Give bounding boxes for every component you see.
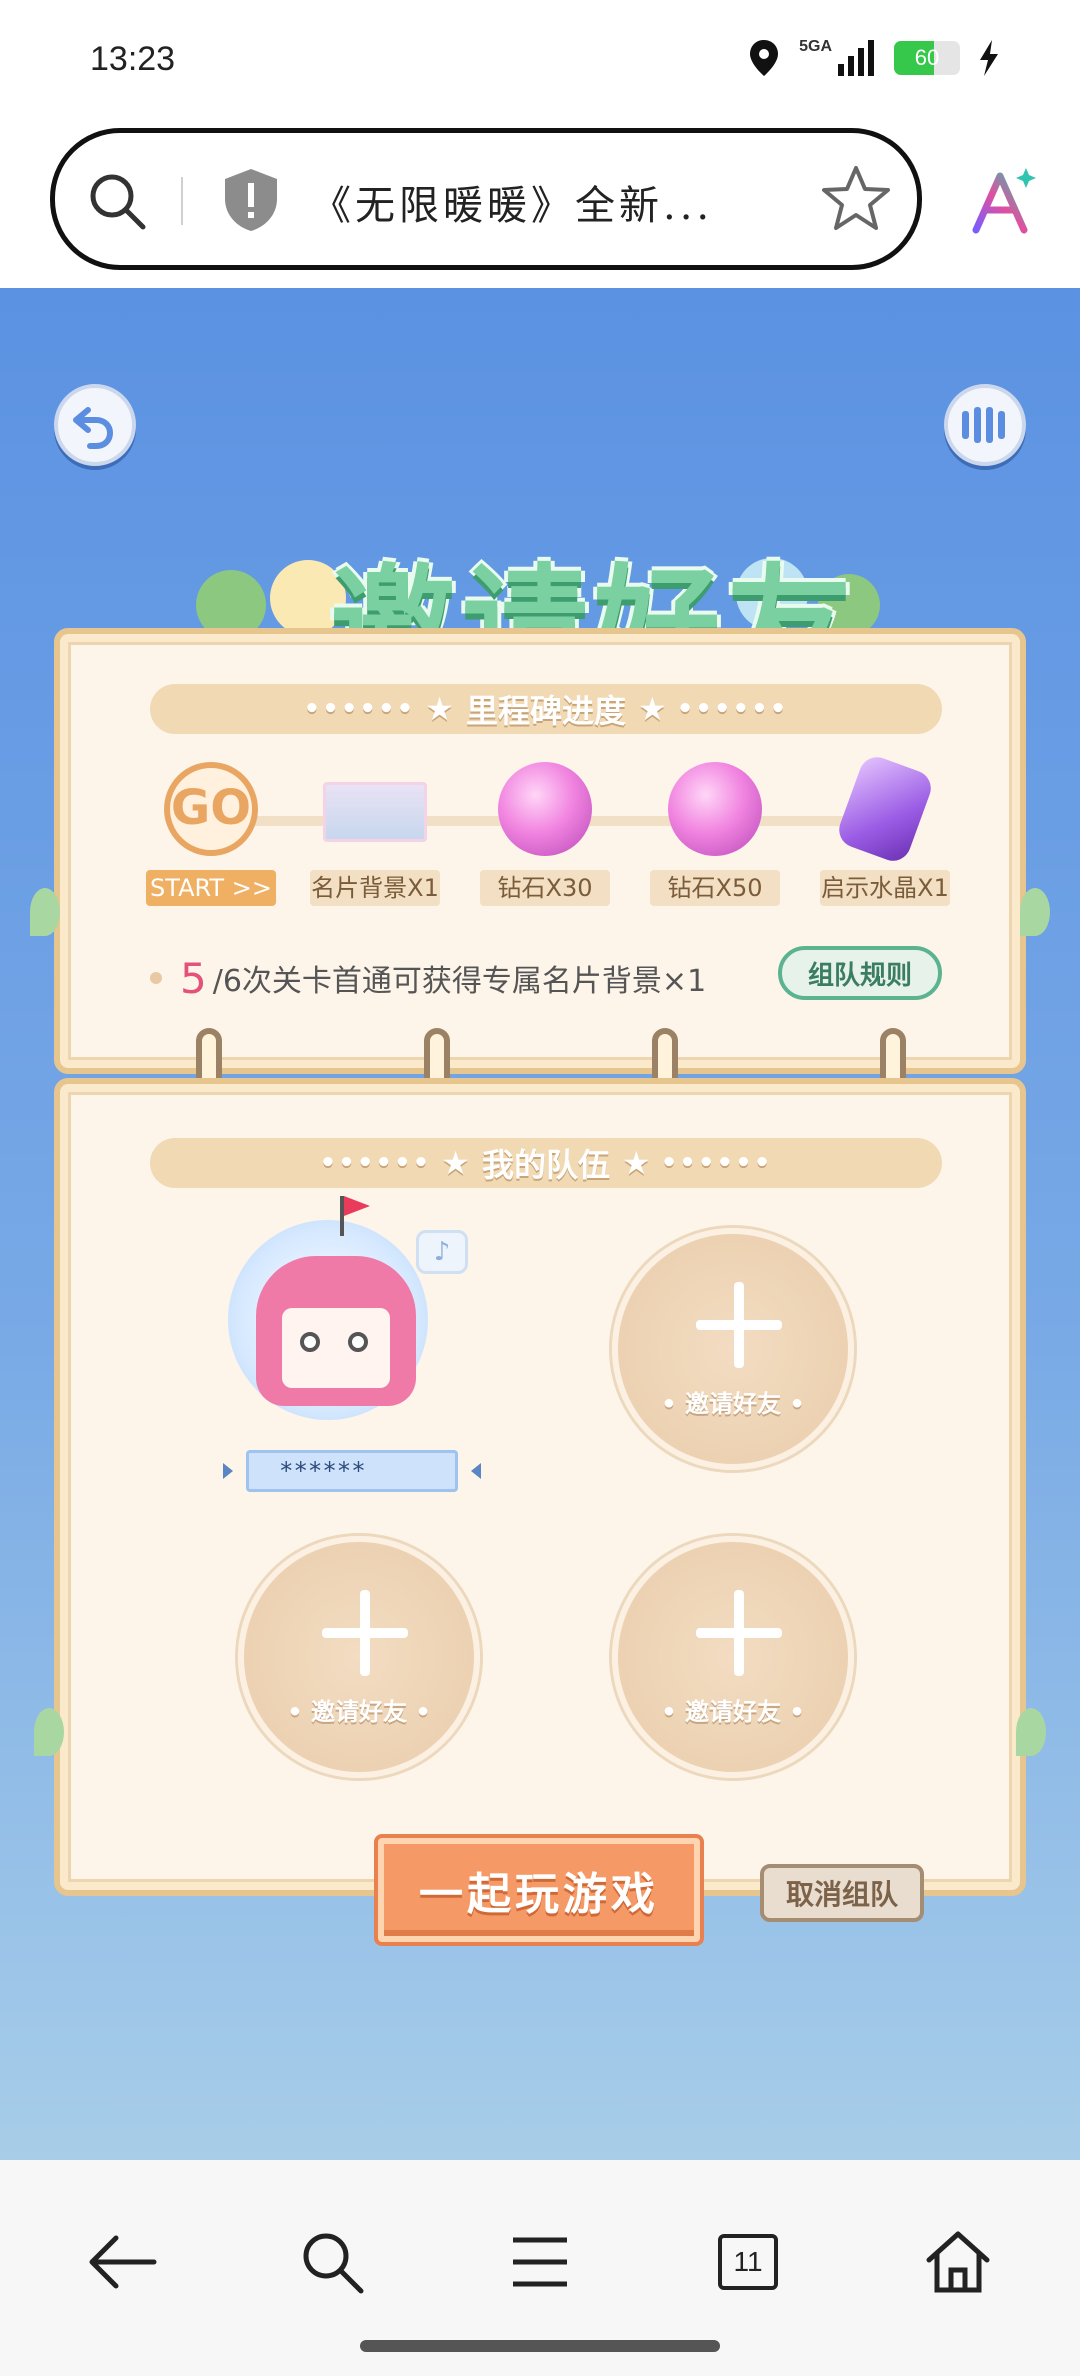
leaf-decoration bbox=[30, 888, 60, 936]
invite-label: • 邀请好友 • bbox=[661, 1390, 805, 1418]
team-header-label: 我的队伍 bbox=[481, 1146, 610, 1184]
bullet-dot bbox=[150, 972, 162, 984]
leaf-decoration bbox=[1020, 888, 1050, 936]
star-icon[interactable] bbox=[821, 163, 891, 233]
charging-icon bbox=[980, 40, 998, 76]
ai-assistant-icon[interactable] bbox=[968, 164, 1040, 236]
invite-label: • 邀请好友 • bbox=[661, 1698, 805, 1726]
search-icon[interactable] bbox=[85, 169, 149, 233]
back-arrow-icon bbox=[89, 2235, 157, 2289]
milestone-header: •••••• ★ 里程碑进度 ★ •••••• bbox=[150, 684, 942, 734]
header-dots: •••••• bbox=[660, 1148, 773, 1178]
leader-flag-icon bbox=[340, 1196, 370, 1236]
crystal-icon bbox=[834, 752, 936, 866]
invite-friend-slot[interactable]: • 邀请好友 • bbox=[612, 1228, 854, 1470]
page-title[interactable]: 《无限暖暖》全新... bbox=[311, 173, 791, 231]
go-badge: GO bbox=[164, 762, 258, 856]
progress-text: /6次关卡首通可获得专属名片背景×1 bbox=[212, 964, 707, 999]
address-bar-separator bbox=[181, 177, 183, 225]
cancel-team-button[interactable]: 取消组队 bbox=[760, 1864, 924, 1922]
tabs-icon: 11 bbox=[718, 2234, 778, 2290]
leaf-decoration bbox=[34, 1708, 64, 1756]
team-rules-button[interactable]: 组队规则 bbox=[778, 946, 942, 1000]
milestone-diamond-30[interactable]: 钻石X30 bbox=[480, 762, 610, 906]
milestone-label: 启示水晶X1 bbox=[820, 870, 950, 906]
nav-home-button[interactable] bbox=[908, 2212, 1008, 2312]
plus-icon bbox=[696, 1282, 782, 1368]
back-button[interactable] bbox=[54, 384, 136, 466]
leaf-decoration bbox=[1016, 1708, 1046, 1756]
nav-search-button[interactable] bbox=[282, 2212, 382, 2312]
avatar-face bbox=[282, 1308, 390, 1388]
team-member-avatar[interactable]: ♪ bbox=[220, 1196, 468, 1426]
location-icon bbox=[750, 40, 779, 76]
team-header: •••••• ★ 我的队伍 ★ •••••• bbox=[150, 1138, 942, 1188]
namecard-background-image bbox=[323, 782, 427, 842]
network-label: 5GA bbox=[799, 38, 832, 55]
milestone-label: START >> bbox=[146, 870, 276, 906]
invite-friend-slot[interactable]: • 邀请好友 • bbox=[612, 1536, 854, 1778]
milestone-crystal[interactable]: 启示水晶X1 bbox=[820, 752, 950, 906]
header-dots: •••••• bbox=[303, 694, 416, 724]
milestone-label: 钻石X50 bbox=[650, 870, 780, 906]
nav-menu-button[interactable] bbox=[490, 2212, 590, 2312]
star-icon: ★ bbox=[441, 1144, 470, 1182]
plus-icon bbox=[696, 1590, 782, 1676]
member-name: ****** bbox=[223, 1450, 481, 1492]
star-icon: ★ bbox=[638, 690, 667, 728]
menu-icon bbox=[513, 2237, 567, 2287]
shield-icon[interactable] bbox=[221, 167, 281, 233]
progress-count: 5 bbox=[180, 953, 207, 1003]
undo-arrow-icon bbox=[73, 407, 114, 449]
nav-tabs-button[interactable]: 11 bbox=[698, 2212, 798, 2312]
milestone-label: 钻石X30 bbox=[480, 870, 610, 906]
music-note-icon: ♪ bbox=[416, 1230, 468, 1274]
status-icons: 5GA 60 bbox=[747, 38, 1000, 78]
milestone-header-label: 里程碑进度 bbox=[465, 692, 626, 730]
star-icon: ★ bbox=[425, 690, 454, 728]
music-toggle-button[interactable] bbox=[944, 384, 1026, 466]
milestone-start: GO START >> bbox=[146, 762, 276, 906]
invite-label: • 邀请好友 • bbox=[287, 1698, 431, 1726]
nav-back-button[interactable] bbox=[72, 2212, 172, 2312]
search-icon bbox=[303, 2233, 364, 2294]
milestone-card: •••••• ★ 里程碑进度 ★ •••••• GO START >> 名片背景… bbox=[54, 628, 1026, 1074]
address-bar[interactable]: 《无限暖暖》全新... bbox=[50, 128, 922, 270]
plus-icon bbox=[322, 1590, 408, 1676]
play-together-button[interactable]: 一起玩游戏 bbox=[378, 1838, 700, 1942]
battery-icon: 60 bbox=[894, 41, 960, 75]
avatar-eye bbox=[300, 1332, 320, 1352]
event-page: 邀请好友 •••••• ★ 里程碑进度 ★ •••••• GO START >>… bbox=[0, 288, 1080, 2160]
milestone-label: 名片背景X1 bbox=[310, 870, 440, 906]
header-dots: •••••• bbox=[676, 694, 789, 724]
star-icon: ★ bbox=[622, 1144, 651, 1182]
gesture-home-bar[interactable] bbox=[360, 2340, 720, 2352]
battery-level: 60 bbox=[914, 45, 940, 70]
diamond-icon bbox=[498, 762, 592, 856]
browser-toolbar: 《无限暖暖》全新... bbox=[0, 120, 1080, 288]
signal-icon bbox=[838, 40, 874, 76]
status-time: 13:23 bbox=[90, 40, 176, 78]
sound-bars-icon bbox=[962, 407, 1005, 443]
diamond-icon bbox=[668, 762, 762, 856]
avatar-eye bbox=[348, 1332, 368, 1352]
team-card: •••••• ★ 我的队伍 ★ •••••• ♪ ****** • 邀请好友 •… bbox=[54, 1078, 1026, 1896]
milestone-namecard[interactable]: 名片背景X1 bbox=[310, 762, 440, 906]
invite-friend-slot[interactable]: • 邀请好友 • bbox=[238, 1536, 480, 1778]
milestone-diamond-50[interactable]: 钻石X50 bbox=[650, 762, 780, 906]
status-bar: 13:23 5GA 60 bbox=[0, 0, 1080, 120]
header-dots: •••••• bbox=[319, 1148, 432, 1178]
home-icon bbox=[926, 2231, 990, 2293]
